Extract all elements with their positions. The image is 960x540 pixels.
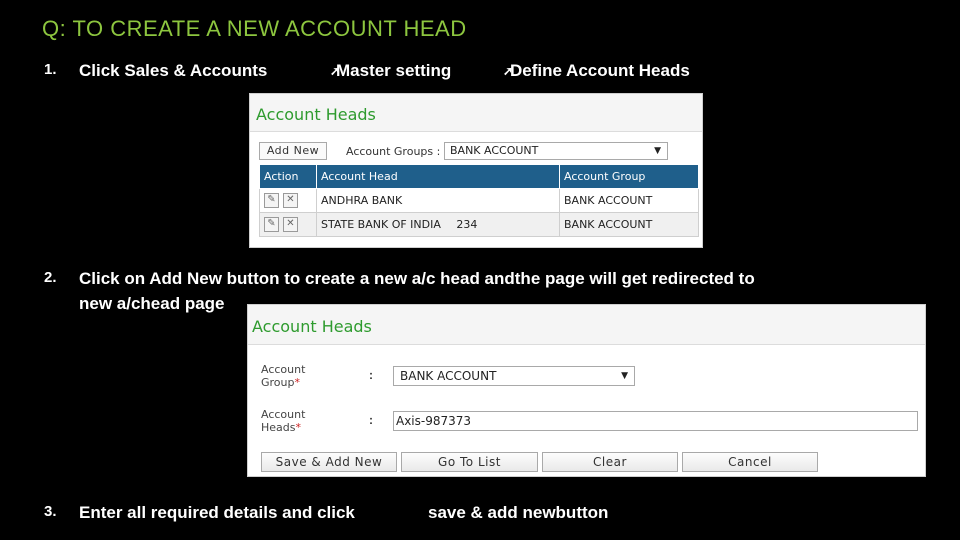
chevron-down-icon: ▼	[654, 146, 661, 156]
table-header-row: Action Account Head Account Group	[259, 164, 699, 189]
edit-icon[interactable]: ✎	[264, 193, 279, 208]
account-head-name: STATE BANK OF INDIA	[321, 218, 441, 231]
step-1-number: 1.	[44, 61, 57, 78]
action-cell: ✎ ✕	[259, 188, 317, 213]
toolbar: Add New Account Groups : BANK ACCOUNT ▼	[250, 132, 702, 162]
new-account-head-form-screenshot: Account Heads Account Group* : BANK ACCO…	[247, 304, 926, 477]
colon: :	[369, 368, 373, 382]
cancel-button[interactable]: Cancel	[682, 452, 818, 472]
account-group-value: BANK ACCOUNT	[400, 369, 497, 383]
account-head-cell: STATE BANK OF INDIA 234	[316, 212, 560, 237]
slide-title: Q: TO CREATE A NEW ACCOUNT HEAD	[42, 16, 467, 41]
delete-icon[interactable]: ✕	[283, 193, 298, 208]
panel-title: Account Heads	[248, 305, 925, 345]
step-2-line-2: new a/chead page	[79, 294, 225, 313]
column-header: Account Head	[316, 164, 560, 189]
column-header: Action	[259, 164, 317, 189]
step-3-text-a: Enter all required details and click	[79, 503, 355, 522]
delete-icon[interactable]: ✕	[283, 217, 298, 232]
account-group-cell: BANK ACCOUNT	[559, 188, 699, 213]
step-3-text-b: save & add newbutton	[428, 503, 609, 522]
step-1-part-a: Click Sales & Accounts	[79, 61, 268, 80]
go-to-list-button[interactable]: Go To List	[401, 452, 538, 472]
account-group-select[interactable]: BANK ACCOUNT ▼	[393, 366, 635, 386]
chevron-down-icon: ▼	[621, 371, 628, 381]
account-heads-input[interactable]: Axis-987373	[393, 411, 918, 431]
save-and-add-new-button[interactable]: Save & Add New	[261, 452, 397, 472]
account-heads-list-screenshot: Account Heads Add New Account Groups : B…	[249, 93, 703, 248]
clear-button[interactable]: Clear	[542, 452, 678, 472]
required-mark: *	[295, 421, 302, 434]
account-groups-value: BANK ACCOUNT	[450, 144, 539, 157]
step-2-line-1: Click on Add New button to create a new …	[79, 269, 755, 288]
step-3-number: 3.	[44, 503, 57, 520]
table-row: ✎ ✕ ANDHRA BANK BANK ACCOUNT	[259, 188, 699, 213]
panel-title: Account Heads	[250, 94, 702, 132]
step-2-number: 2.	[44, 269, 57, 286]
account-head-cell: ANDHRA BANK	[316, 188, 560, 213]
colon: :	[369, 413, 373, 427]
account-groups-select[interactable]: BANK ACCOUNT ▼	[444, 142, 668, 160]
account-group-cell: BANK ACCOUNT	[559, 212, 699, 237]
account-group-label: Account Group*	[261, 363, 306, 389]
table-row: ✎ ✕ STATE BANK OF INDIA 234 BANK ACCOUNT	[259, 212, 699, 237]
add-new-button[interactable]: Add New	[259, 142, 327, 160]
account-heads-label: Account Heads*	[261, 408, 306, 434]
action-cell: ✎ ✕	[259, 212, 317, 237]
required-mark: *	[294, 376, 301, 389]
account-heads-table: Action Account Head Account Group ✎ ✕ AND…	[259, 164, 699, 237]
column-header: Account Group	[559, 164, 699, 189]
edit-icon[interactable]: ✎	[264, 217, 279, 232]
account-head-code: 234	[456, 218, 478, 231]
account-groups-label: Account Groups :	[346, 145, 441, 158]
step-1-part-b: Master setting	[336, 61, 452, 80]
step-1-part-c: Define Account Heads	[510, 61, 690, 80]
